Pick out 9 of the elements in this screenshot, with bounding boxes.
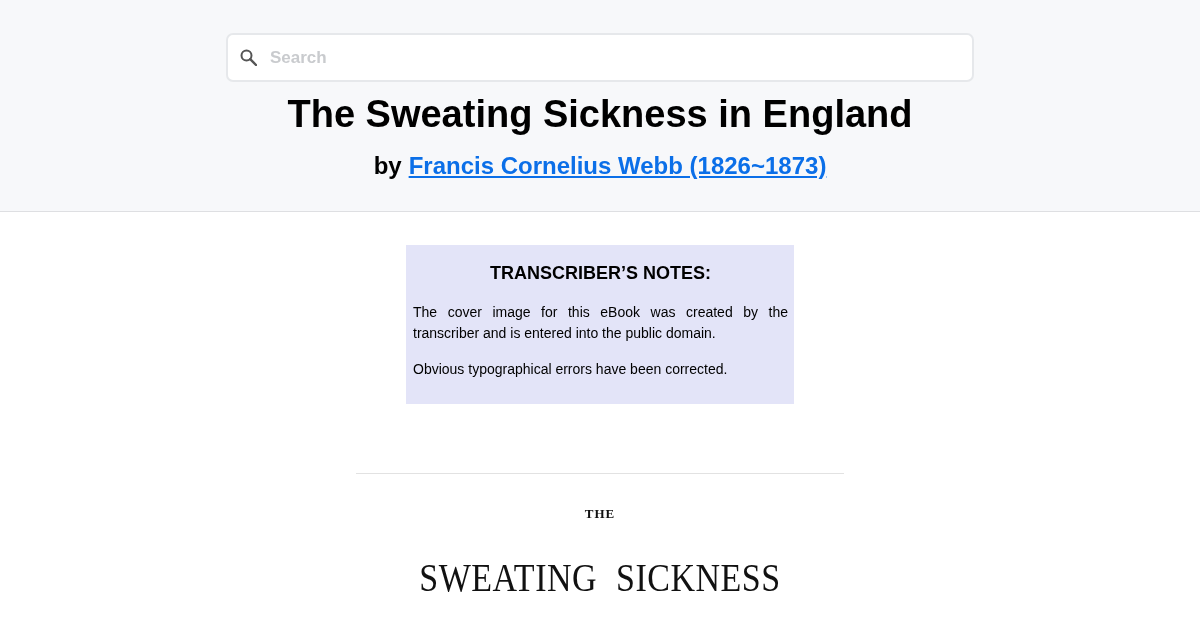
notes-heading: TRANSCRIBER’S NOTES:: [489, 262, 712, 284]
byline-label: by: [373, 152, 402, 180]
title-page-title: SWEATING SICKNESS: [419, 555, 781, 601]
notes-paragraph: Obvious typographical errors have been corrected.: [413, 360, 729, 379]
title-page-heading: THE: [584, 506, 616, 522]
notes-paragraph: The cover image for this eBook was created by the transcriber and is entered into the public domain.: [413, 303, 788, 343]
page-title: The Sweating Sickness in England: [287, 92, 913, 136]
author-link[interactable]: Francis Cornelius Webb (1826~1873): [408, 152, 827, 180]
search-icon: [240, 49, 257, 66]
